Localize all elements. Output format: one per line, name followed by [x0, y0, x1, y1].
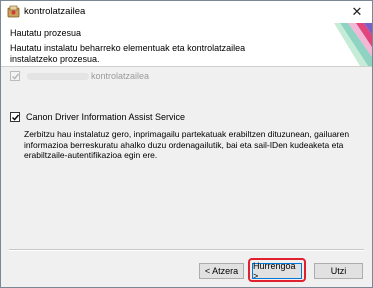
cancel-button[interactable]: Utzi — [314, 263, 363, 279]
canon-service-checkbox[interactable] — [10, 112, 20, 122]
page-title: Hautatu prozesua — [10, 28, 82, 38]
header-panel: Hautatu prozesua Hautatu instalatu behar… — [1, 23, 372, 67]
page-subtitle: Hautatu instalatu beharreko elementuak e… — [10, 43, 310, 65]
back-button[interactable]: < Atzera — [199, 263, 244, 279]
installer-window: kontrolatzailea ✕ Hautatu prozesua Hauta… — [0, 0, 373, 288]
window-title: kontrolatzailea — [24, 6, 86, 17]
redacted-model-name — [27, 73, 89, 80]
canon-service-description: Zerbitzu hau instalatuz gero, inprimagai… — [24, 129, 350, 160]
next-button[interactable]: Hurrengoa > — [252, 261, 302, 281]
footer-divider — [9, 249, 364, 251]
installer-app-icon — [7, 5, 20, 18]
close-icon: ✕ — [351, 4, 363, 19]
option-driver: kontrolatzailea — [10, 71, 310, 83]
option-canon-service[interactable]: Canon Driver Information Assist Service — [10, 112, 310, 124]
title-bar: kontrolatzailea ✕ — [1, 1, 372, 23]
close-button[interactable]: ✕ — [342, 1, 372, 23]
page-subtitle-line1: Hautatu instalatu beharreko elementuak e… — [10, 43, 246, 53]
page-subtitle-line2: instalatzeko prozesua. — [10, 54, 100, 64]
driver-option-label: kontrolatzailea — [91, 71, 150, 81]
canon-service-label[interactable]: Canon Driver Information Assist Service — [26, 112, 185, 122]
driver-checkbox — [10, 71, 20, 81]
decorative-ribbon-graphic — [334, 23, 372, 66]
